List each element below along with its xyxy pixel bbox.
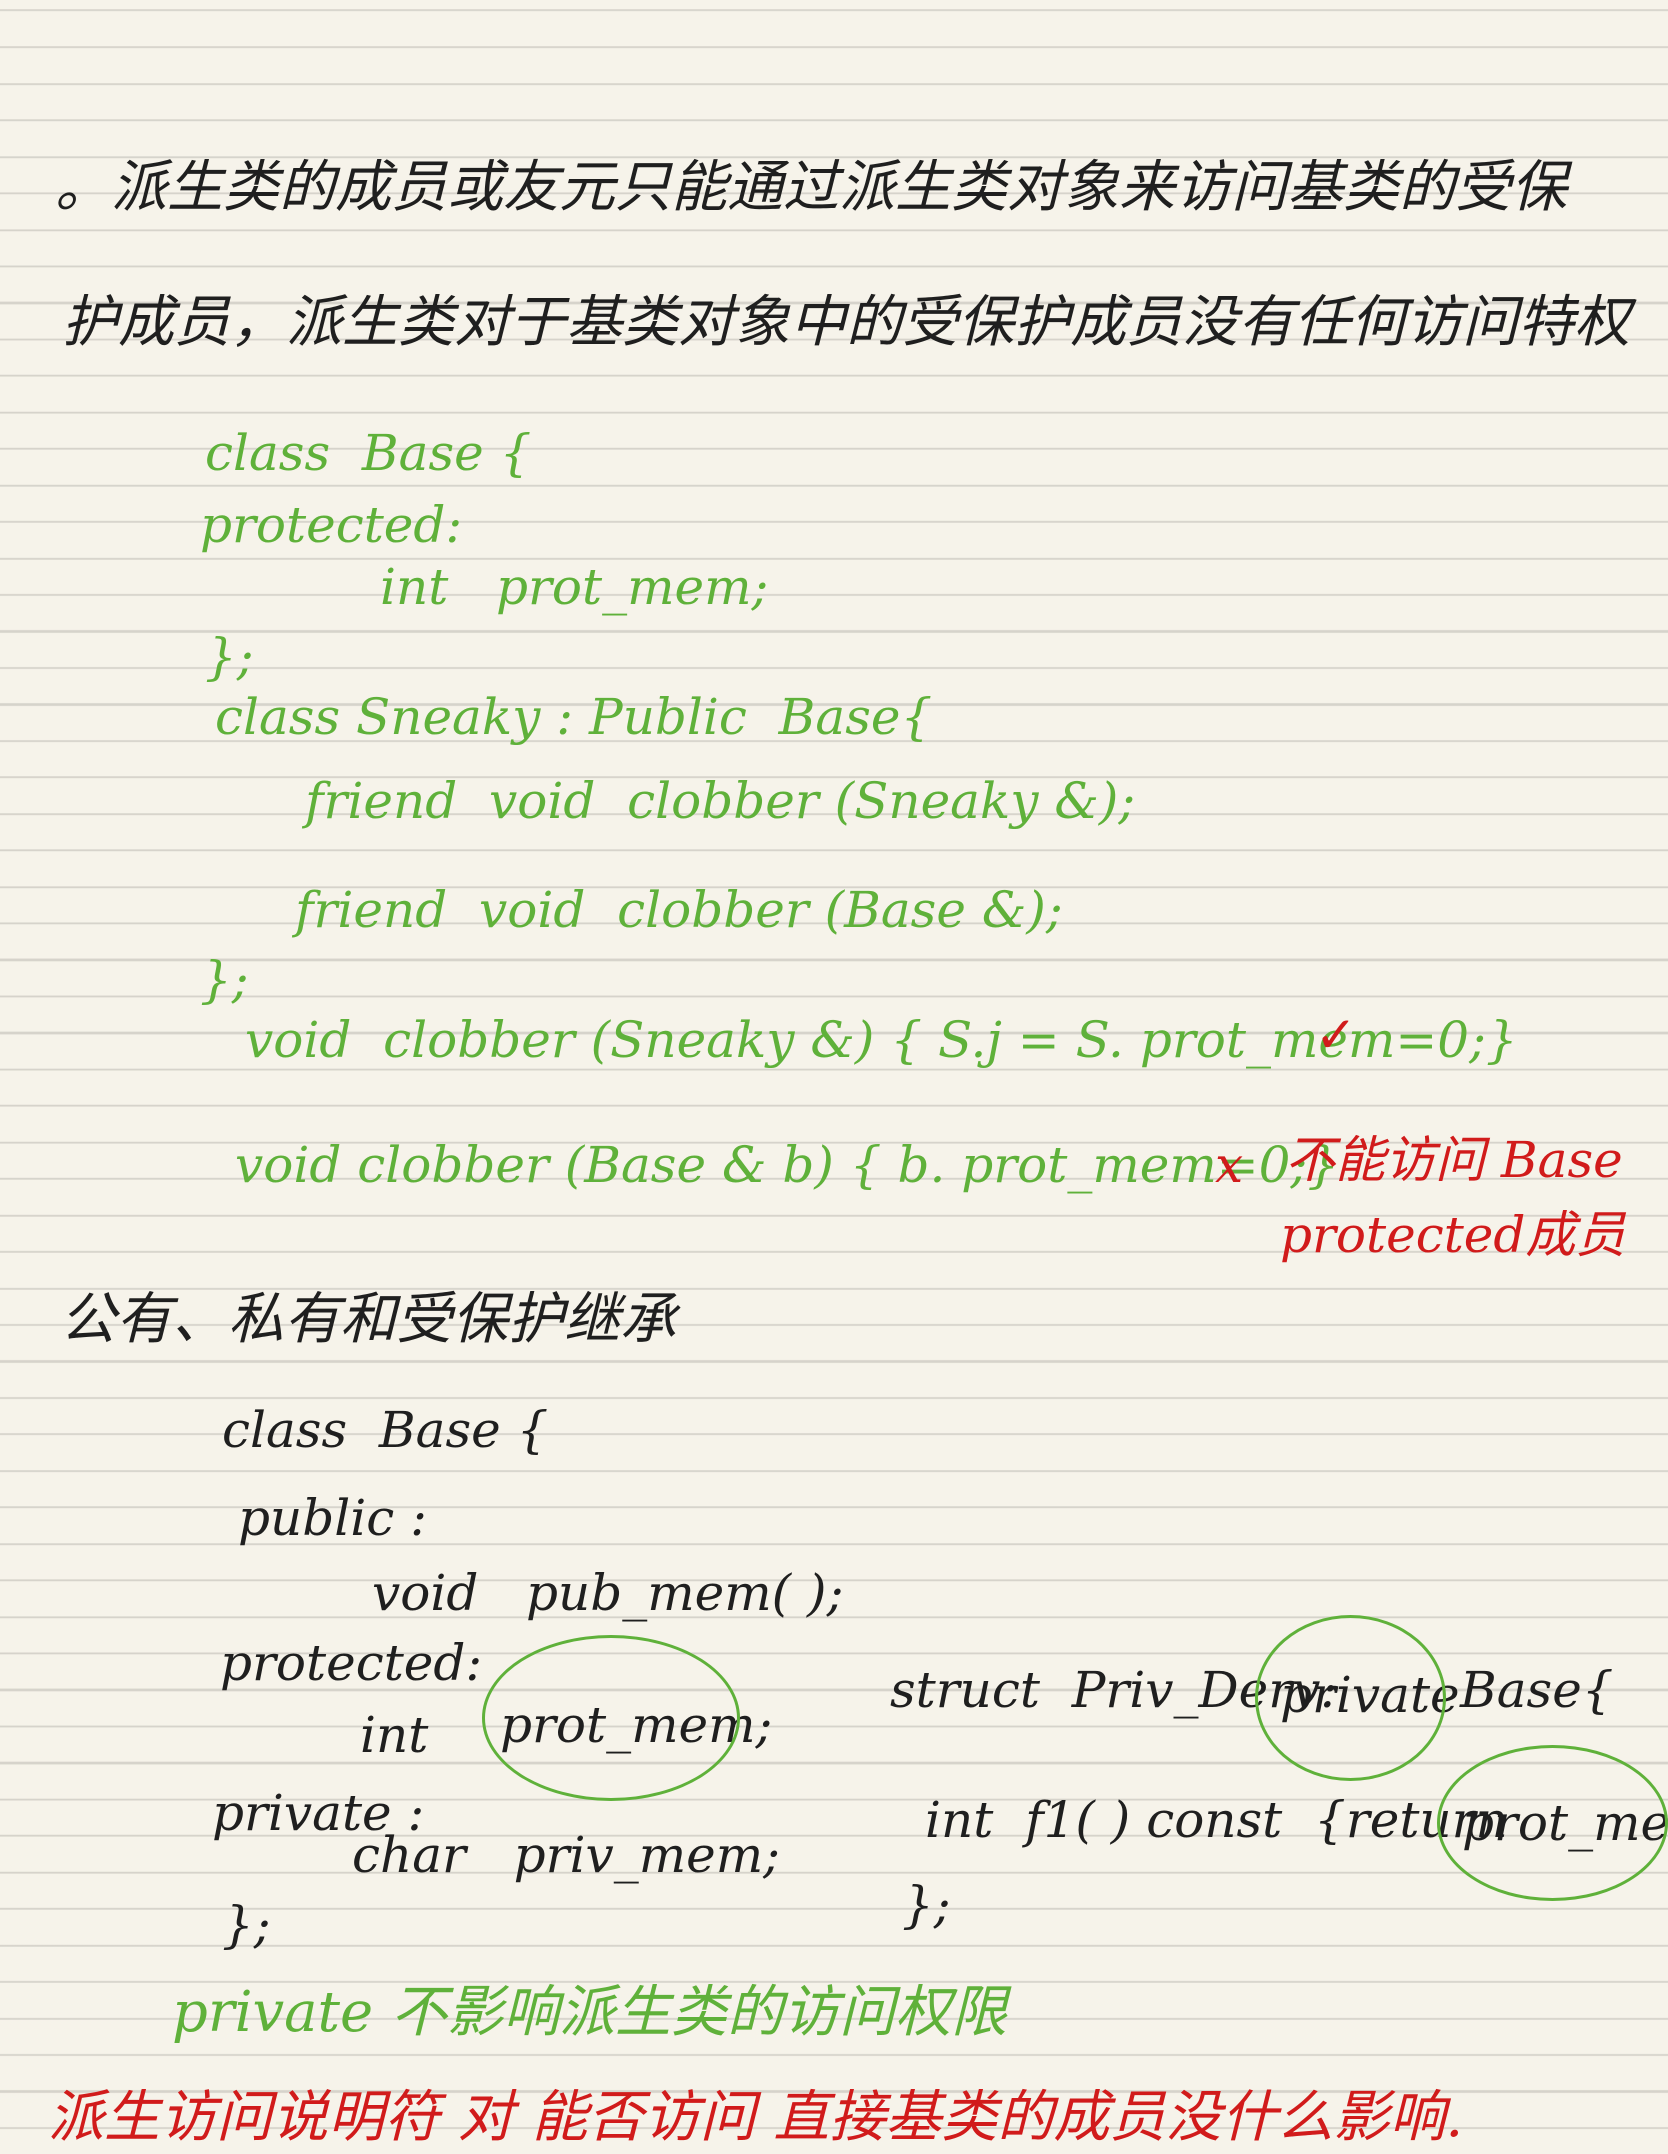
annotation-line-2: protected成员 (1280, 1206, 1626, 1264)
code-line: public : (238, 1489, 427, 1547)
highlight-circle (482, 1635, 740, 1801)
code-line: int f1( ) const {return (925, 1791, 1508, 1849)
section-heading: 公有、私有和受保护继承 (60, 1287, 676, 1352)
code-line: friend void clobber (Sneaky &); (305, 772, 1136, 830)
code-line: void clobber (Base & b) { b. prot_mem=0;… (235, 1136, 1340, 1194)
code-line: }; (205, 628, 254, 686)
highlight-circle (1255, 1615, 1446, 1781)
notebook-page: 。派生类的成员或友元只能通过派生类对象来访问基类的受保 护成员，派生类对于基类对… (0, 0, 1668, 2154)
intro-line-1: 。派生类的成员或友元只能通过派生类对象来访问基类的受保 (55, 155, 1567, 220)
code-line: class Base { (205, 424, 532, 482)
code-line: }; (222, 1896, 271, 1954)
code-line: char priv_mem; (352, 1826, 781, 1884)
code-line: int prot_mem; (380, 558, 769, 616)
code-line: class Base { (222, 1401, 549, 1459)
code-line: protected: (220, 1634, 483, 1692)
code-line: }; (902, 1876, 951, 1934)
annotation-line-1: 不能访问 Base (1285, 1131, 1623, 1189)
red-note: 派生访问说明符 对 能否访问 直接基类的成员没什么影响. (48, 2085, 1464, 2150)
code-line: friend void clobber (Base &); (295, 881, 1063, 939)
code-line: void pub_mem( ); (372, 1564, 844, 1622)
green-note: private 不影响派生类的访问权限 (172, 1980, 1007, 2045)
code-line: int (360, 1706, 429, 1764)
code-line: }; (200, 951, 249, 1009)
check-mark: ✓ (1315, 1006, 1357, 1064)
intro-line-2: 护成员，派生类对于基类对象中的受保护成员没有任何访问特权 (62, 290, 1630, 355)
code-line: class Sneaky : Public Base{ (215, 688, 933, 746)
x-mark: x (1215, 1136, 1244, 1194)
highlight-circle (1437, 1745, 1668, 1901)
code-line: protected: (200, 496, 463, 554)
code-line: Base{ (1460, 1661, 1614, 1719)
